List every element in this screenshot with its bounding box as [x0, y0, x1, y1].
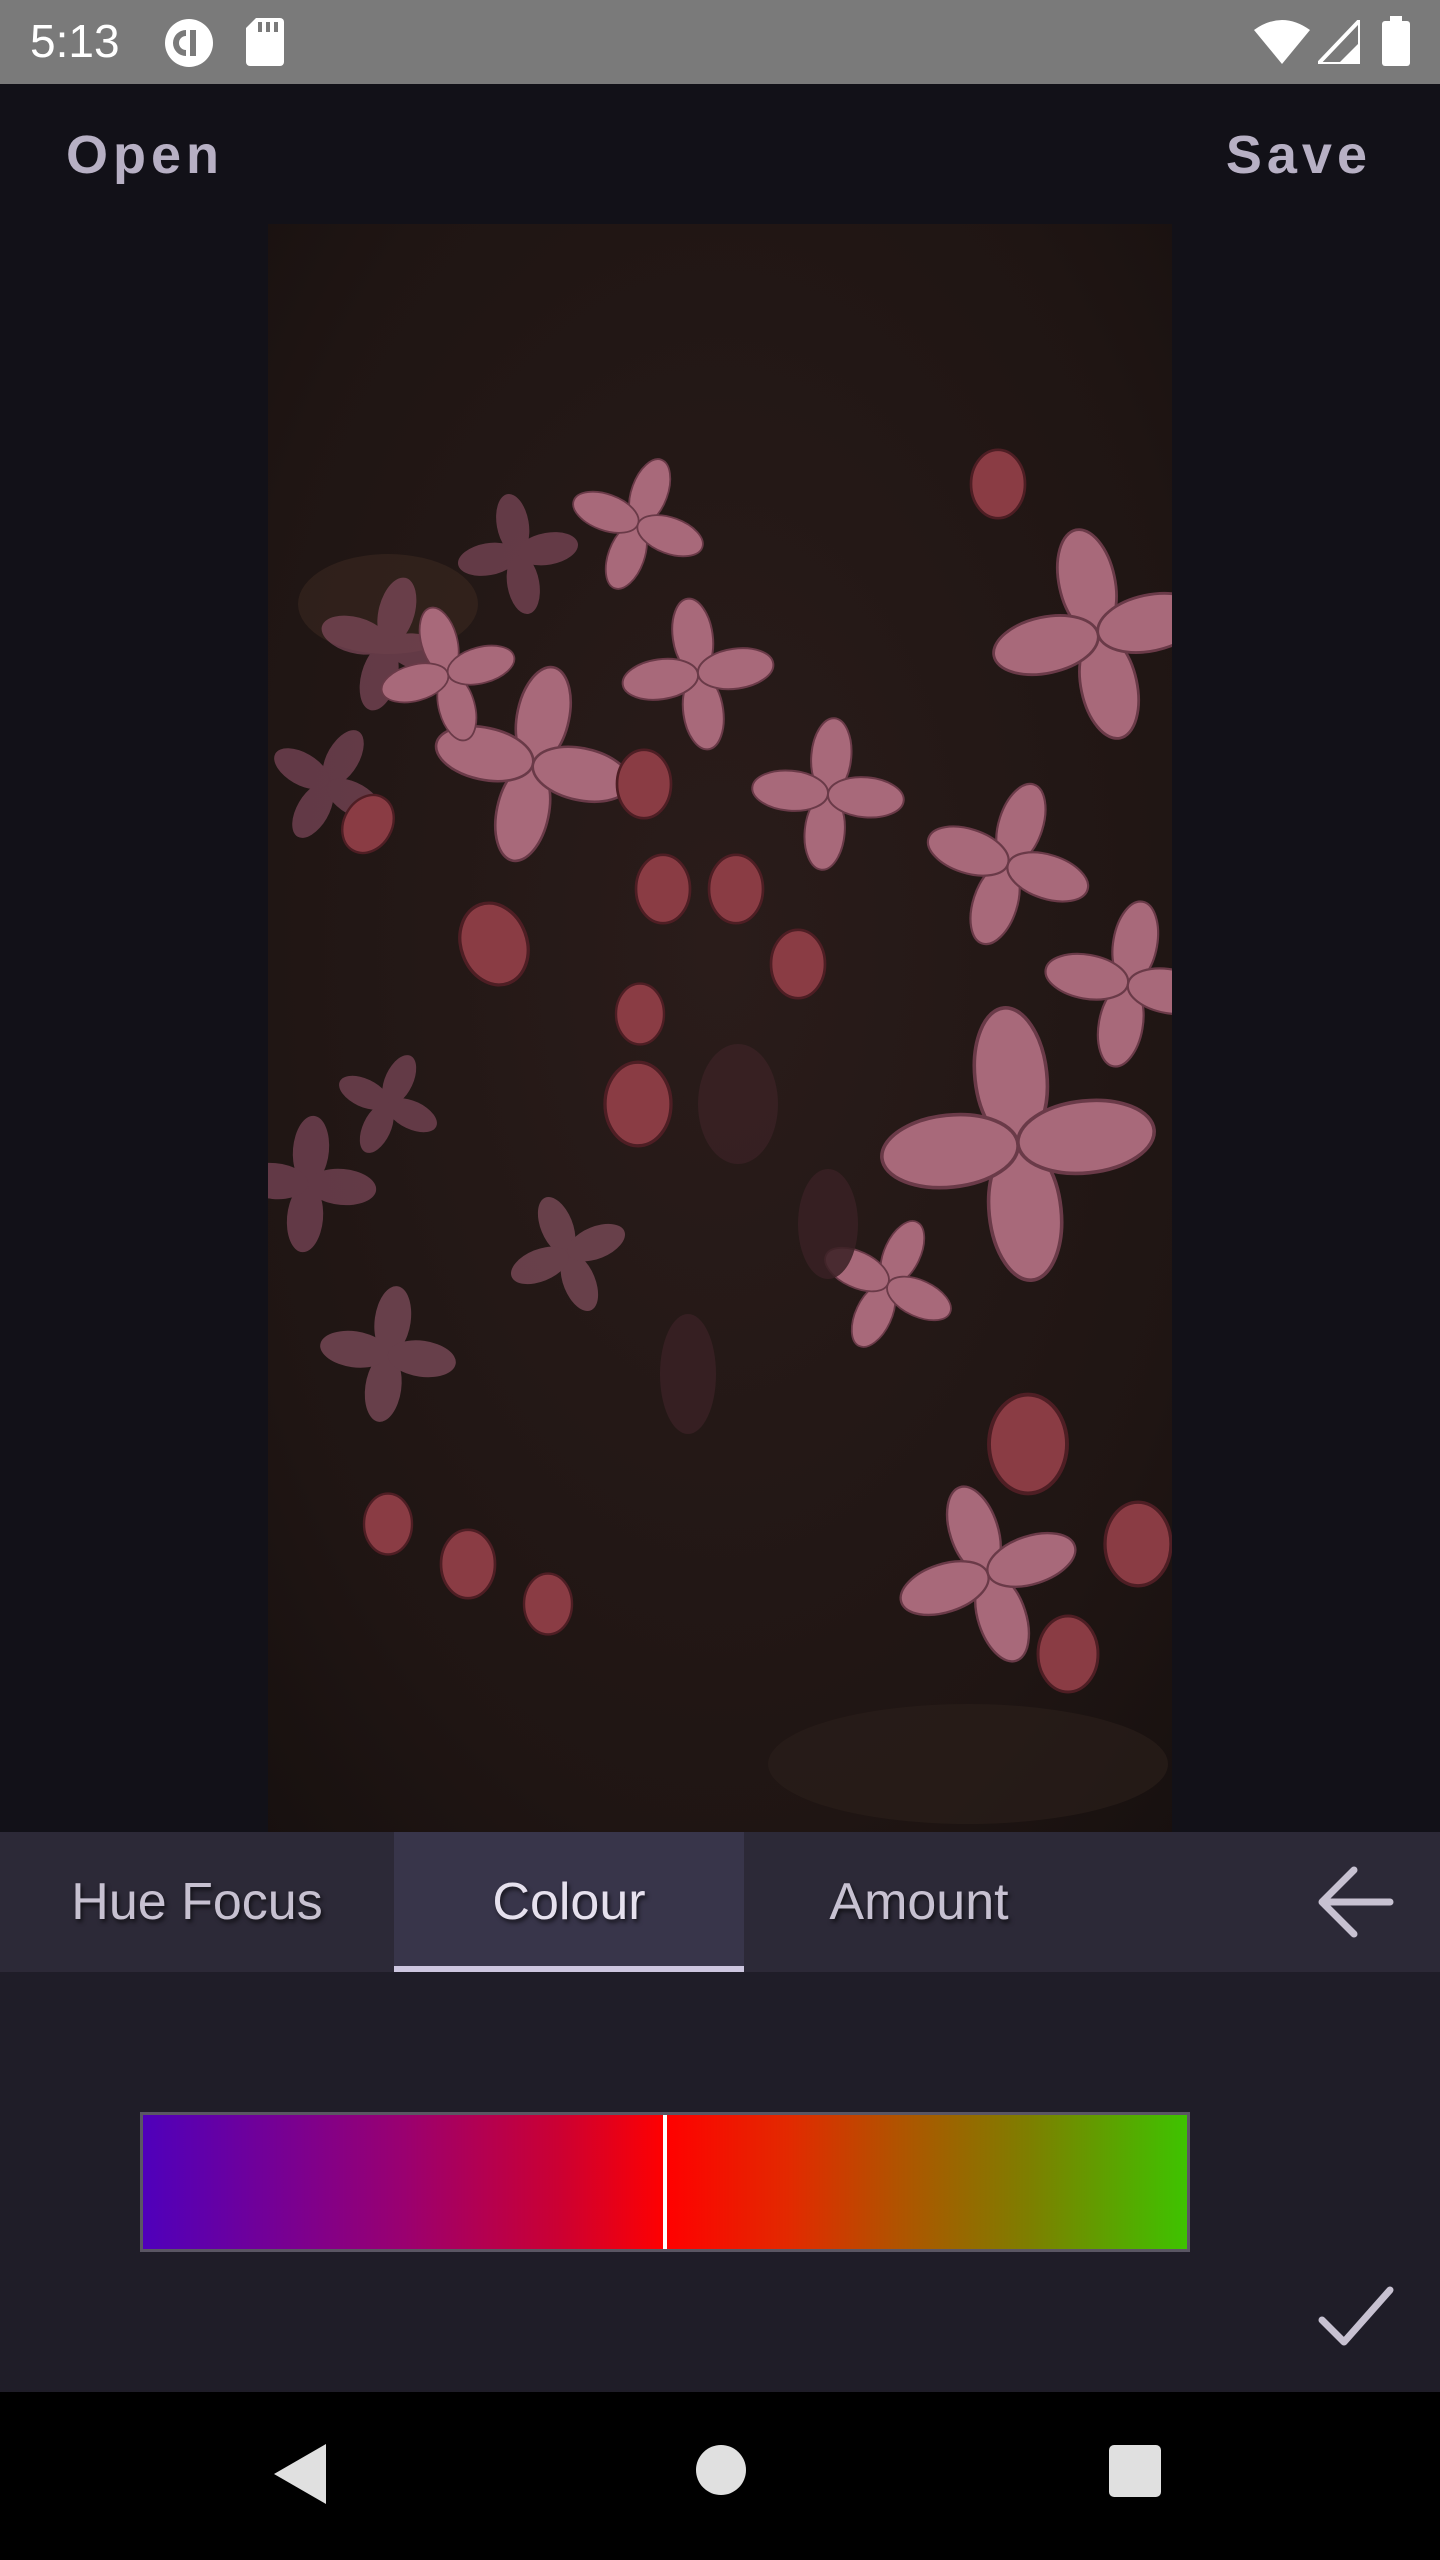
status-time: 5:13: [30, 15, 120, 67]
back-triangle-icon[interactable]: [272, 2442, 328, 2511]
slider-thumb[interactable]: [663, 2115, 667, 2249]
colour-gradient-slider[interactable]: [140, 2112, 1190, 2252]
cell-signal-icon: [1313, 15, 1362, 69]
top-app-bar: Open Save: [0, 84, 1440, 224]
sd-card-icon: [246, 18, 284, 71]
control-panel: [0, 1972, 1440, 2392]
wifi-icon: [1254, 20, 1310, 69]
save-button[interactable]: Save: [1226, 124, 1372, 186]
tab-bar: Hue Focus Colour Amount: [0, 1832, 1440, 1972]
lilac-flowers-photo: [268, 224, 1172, 1832]
pocket-casts-icon: [164, 18, 214, 73]
system-navigation-bar: [0, 2392, 1440, 2560]
tab-hue-focus[interactable]: Hue Focus: [0, 1832, 394, 1972]
tab-amount[interactable]: Amount: [744, 1832, 1094, 1972]
open-button[interactable]: Open: [66, 124, 224, 186]
status-bar: 5:13: [0, 0, 1440, 84]
image-preview-area: [0, 224, 1440, 1832]
home-circle-icon[interactable]: [695, 2444, 747, 2501]
check-icon[interactable]: [1316, 2282, 1396, 2352]
arrow-left-icon[interactable]: [1310, 1862, 1400, 1942]
battery-icon: [1382, 16, 1410, 71]
tab-colour[interactable]: Colour: [394, 1832, 744, 1972]
recents-square-icon[interactable]: [1108, 2444, 1162, 2503]
